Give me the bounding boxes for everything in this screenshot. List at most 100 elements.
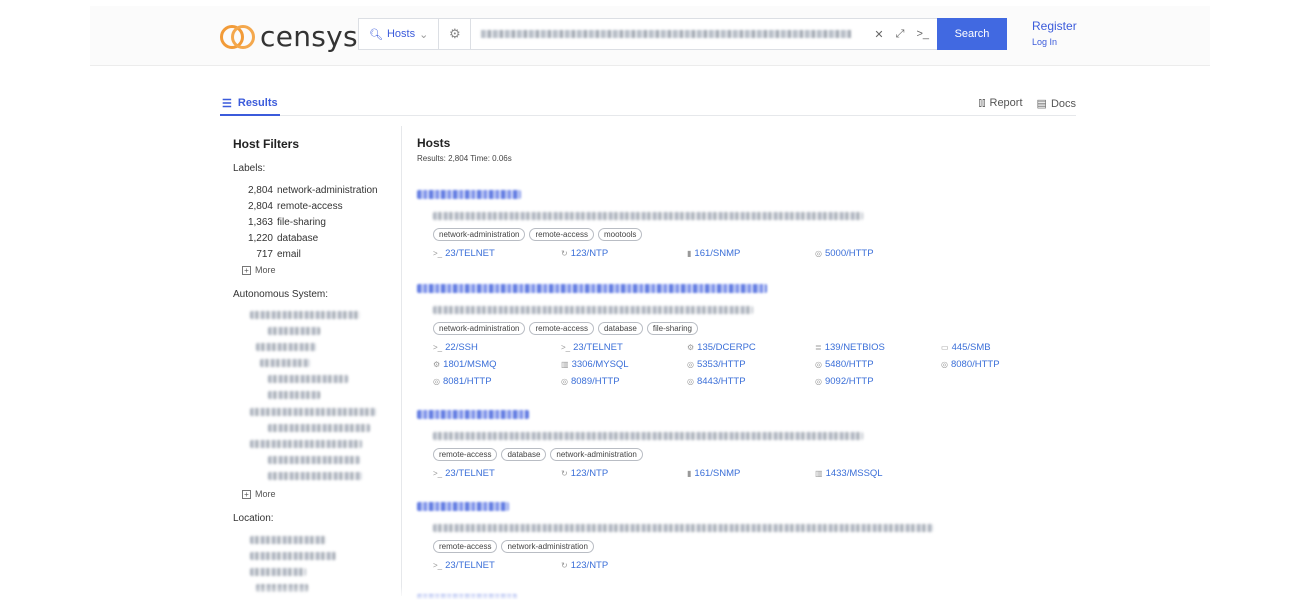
redacted-as-entry[interactable] bbox=[250, 408, 376, 416]
label-filter-item[interactable]: 1,363 file-sharing bbox=[233, 217, 393, 228]
service-link[interactable]: ▥ 3306/MYSQL bbox=[561, 359, 629, 370]
gear-icon[interactable]: ⚙ bbox=[439, 19, 472, 49]
folder-icon: ▭ bbox=[941, 343, 949, 352]
service-link[interactable]: ◎ 5000/HTTP bbox=[815, 248, 874, 259]
search-button[interactable]: Search bbox=[937, 18, 1007, 50]
globe-icon: ◎ bbox=[815, 360, 822, 369]
clear-icon[interactable]: ✕ bbox=[874, 28, 883, 41]
redacted-as-entry[interactable] bbox=[250, 440, 362, 448]
globe-icon: ◎ bbox=[433, 377, 440, 386]
terminal-icon: >_ bbox=[433, 469, 443, 478]
label-filter-item[interactable]: 2,804 network-administration bbox=[233, 185, 393, 196]
host-ip-link[interactable] bbox=[417, 284, 767, 293]
service-link[interactable]: ◎ 5353/HTTP bbox=[687, 359, 746, 370]
redacted-location-entry[interactable] bbox=[250, 536, 326, 544]
service-link[interactable]: ◎ 8443/HTTP bbox=[687, 376, 746, 387]
tag[interactable]: database bbox=[501, 448, 547, 461]
tag[interactable]: network-administration bbox=[433, 322, 526, 335]
service-link[interactable]: ▮ 161/SNMP bbox=[687, 248, 740, 259]
tag[interactable]: mootools bbox=[597, 228, 643, 241]
label-name: remote-access bbox=[277, 201, 343, 212]
service-link[interactable]: ⚙ 1801/MSMQ bbox=[433, 359, 497, 370]
redacted-location-entry[interactable] bbox=[250, 552, 336, 560]
tag[interactable]: network-administration bbox=[433, 228, 526, 241]
label-filter-item[interactable]: 717 email bbox=[233, 249, 393, 260]
redacted-host-details bbox=[433, 524, 933, 532]
service-link[interactable]: >_ 23/TELNET bbox=[433, 248, 495, 259]
globe-icon: ◎ bbox=[687, 377, 694, 386]
host-ip-link[interactable] bbox=[417, 410, 529, 419]
redacted-location-entry[interactable] bbox=[250, 568, 306, 576]
more-label: More bbox=[255, 489, 276, 499]
service-label: 8443/HTTP bbox=[696, 376, 746, 387]
service-link[interactable]: ◎ 8089/HTTP bbox=[561, 376, 620, 387]
clock-icon: ↻ bbox=[561, 249, 568, 258]
expand-icon[interactable]: ⤢ bbox=[896, 28, 905, 41]
globe-icon: ◎ bbox=[687, 360, 694, 369]
service-link[interactable]: ≣ 139/NETBIOS bbox=[815, 342, 885, 353]
label-filter-item[interactable]: 2,804 remote-access bbox=[233, 201, 393, 212]
redacted-as-entry bbox=[268, 472, 362, 480]
service-link[interactable]: ▭ 445/SMB bbox=[941, 342, 991, 353]
plus-box-icon: + bbox=[242, 265, 251, 275]
service-link[interactable]: ↻ 123/NTP bbox=[561, 248, 608, 259]
tag[interactable]: database bbox=[597, 322, 643, 335]
tag[interactable]: remote-access bbox=[433, 540, 498, 553]
service-link[interactable]: ⚙ 135/DCERPC bbox=[687, 342, 756, 353]
service-label: 8080/HTTP bbox=[950, 359, 1000, 370]
tab-docs[interactable]: ▤ Docs bbox=[1037, 97, 1076, 110]
register-link[interactable]: Register bbox=[1032, 19, 1077, 33]
tabs-row: ☰ Results ⫾⫾ Report ▤ Docs bbox=[220, 92, 1076, 116]
label-filter-item[interactable]: 1,220 database bbox=[233, 233, 393, 244]
more-label: More bbox=[255, 265, 276, 275]
tag[interactable]: file-sharing bbox=[646, 322, 699, 335]
tab-report-label: Report bbox=[989, 96, 1023, 109]
tag[interactable]: remote-access bbox=[433, 448, 498, 461]
service-link[interactable]: ◎ 9092/HTTP bbox=[815, 376, 874, 387]
globe-icon: ◎ bbox=[815, 249, 822, 258]
tag[interactable]: network-administration bbox=[550, 448, 643, 461]
service-link[interactable]: >_ 22/SSH bbox=[433, 342, 478, 353]
host-ip-link[interactable] bbox=[417, 502, 509, 511]
search-type-dropdown[interactable]: 🔍︎ Hosts ⌄ bbox=[359, 19, 440, 49]
gear-icon: ⚙ bbox=[687, 343, 695, 352]
tag[interactable]: remote-access bbox=[529, 228, 594, 241]
tag[interactable]: network-administration bbox=[501, 540, 594, 553]
service-link[interactable]: ◎ 8081/HTTP bbox=[433, 376, 492, 387]
tab-report[interactable]: ⫾⫾ Report bbox=[978, 97, 1022, 110]
plus-box-icon: + bbox=[242, 489, 251, 499]
host-ip-link[interactable] bbox=[417, 190, 521, 199]
search-input[interactable] bbox=[471, 19, 874, 49]
service-link[interactable]: >_ 23/TELNET bbox=[561, 342, 623, 353]
as-more-toggle[interactable]: + More bbox=[242, 489, 276, 499]
console-icon[interactable]: >_ bbox=[916, 28, 929, 40]
page: censys 🔍︎ Hosts ⌄ ⚙ ✕ ⤢ >_ Search Regist… bbox=[90, 6, 1210, 600]
service-link[interactable]: ◎ 5480/HTTP bbox=[815, 359, 874, 370]
login-link[interactable]: Log In bbox=[1032, 37, 1077, 47]
tab-results[interactable]: ☰ Results bbox=[220, 92, 280, 116]
redacted-as-entry[interactable] bbox=[260, 359, 310, 367]
service-label: 123/NTP bbox=[570, 468, 609, 479]
service-label: 5480/HTTP bbox=[824, 359, 874, 370]
service-link[interactable]: >_ 23/TELNET bbox=[433, 560, 495, 571]
results-meta: Results: 2,804 Time: 0.06s bbox=[417, 154, 512, 163]
clock-icon: ↻ bbox=[561, 561, 568, 570]
service-link[interactable]: ↻ 123/NTP bbox=[561, 560, 608, 571]
terminal-icon: >_ bbox=[433, 343, 443, 352]
redacted-as-entry[interactable] bbox=[256, 343, 316, 351]
service-link[interactable]: ▮ 161/SNMP bbox=[687, 468, 740, 479]
censys-logo[interactable]: censys bbox=[220, 20, 358, 53]
service-link[interactable]: >_ 23/TELNET bbox=[433, 468, 495, 479]
service-link[interactable]: ◎ 8080/HTTP bbox=[941, 359, 1000, 370]
top-bar: censys 🔍︎ Hosts ⌄ ⚙ ✕ ⤢ >_ Search Regist… bbox=[90, 6, 1210, 66]
labels-more-toggle[interactable]: + More bbox=[242, 265, 276, 275]
chevron-down-icon: ⌄ bbox=[419, 28, 429, 41]
service-link[interactable]: ↻ 123/NTP bbox=[561, 468, 608, 479]
redacted-query bbox=[481, 30, 852, 38]
tag[interactable]: remote-access bbox=[529, 322, 594, 335]
service-link[interactable]: ▥ 1433/MSSQL bbox=[815, 468, 883, 479]
service-label: 139/NETBIOS bbox=[824, 342, 885, 353]
labels-heading: Labels: bbox=[233, 163, 266, 174]
redacted-as-entry[interactable] bbox=[250, 311, 360, 319]
service-label: 445/SMB bbox=[951, 342, 991, 353]
